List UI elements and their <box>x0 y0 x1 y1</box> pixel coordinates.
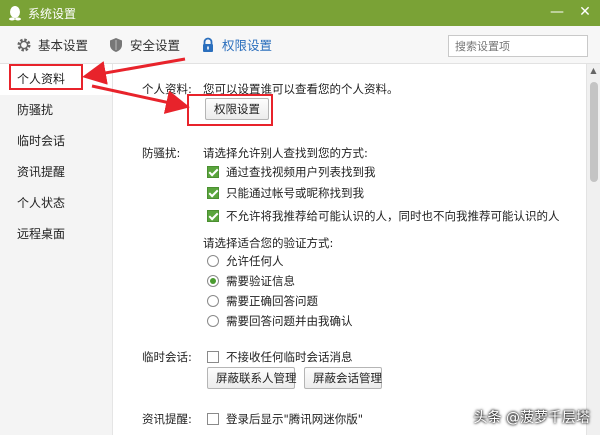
radio[interactable] <box>207 315 219 327</box>
radio[interactable] <box>207 295 219 307</box>
verify-option-answer-and-confirm[interactable]: 需要回答问题并由我确认 <box>207 313 353 329</box>
sidebar-item-anti-harass[interactable]: 防骚扰 <box>0 95 112 126</box>
app-logo-icon <box>9 6 21 21</box>
tab-security-settings[interactable]: 安全设置 <box>98 26 190 64</box>
scroll-up-icon[interactable]: ▲ <box>587 64 600 78</box>
temp-session-section-label: 临时会话: <box>142 350 192 364</box>
block-sessions-button[interactable]: 屏蔽会话管理 <box>304 367 382 389</box>
option-label: 需要验证信息 <box>226 274 295 288</box>
highlight-box-permission-button <box>187 94 273 126</box>
reject-temp-session-option[interactable]: 不接收任何临时会话消息 <box>207 349 353 365</box>
tab-basic-settings[interactable]: 基本设置 <box>0 26 98 64</box>
checkbox[interactable] <box>207 210 219 222</box>
close-button[interactable]: ✕ <box>576 3 594 21</box>
verify-option-answer-question[interactable]: 需要正确回答问题 <box>207 293 318 309</box>
search-input[interactable] <box>448 35 588 57</box>
sidebar: 个人资料 防骚扰 临时会话 资讯提醒 个人状态 远程桌面 <box>0 64 113 435</box>
watermark: 头条 @菠萝千层塔 <box>473 410 590 426</box>
lock-icon <box>203 37 214 52</box>
option-label: 通过查找视频用户列表找到我 <box>226 165 376 179</box>
checkbox[interactable] <box>207 351 219 363</box>
option-label: 不接收任何临时会话消息 <box>226 350 353 364</box>
tab-label: 基本设置 <box>38 38 89 53</box>
checkbox[interactable] <box>207 413 219 425</box>
find-option-video-list[interactable]: 通过查找视频用户列表找到我 <box>207 164 376 180</box>
sidebar-item-temp-session[interactable]: 临时会话 <box>0 126 112 157</box>
find-method-prompt: 请选择允许别人查找到您的方式: <box>203 146 368 160</box>
title-bar: 系统设置 — ✕ <box>0 0 600 26</box>
news-section-label: 资讯提醒: <box>142 412 192 426</box>
profile-section-label: 个人资料: <box>142 82 192 96</box>
gear-icon <box>17 38 31 51</box>
radio[interactable] <box>207 255 219 267</box>
window-title: 系统设置 <box>28 6 77 21</box>
radio[interactable] <box>207 275 219 287</box>
settings-toolbar: 基本设置 安全设置 权限设置 <box>0 26 600 64</box>
option-label: 只能通过帐号或昵称找到我 <box>226 186 364 200</box>
tab-label: 安全设置 <box>130 38 181 53</box>
checkbox[interactable] <box>207 166 219 178</box>
anti-harass-section-label: 防骚扰: <box>142 146 181 160</box>
find-option-no-recommend[interactable]: 不允许将我推荐给可能认识的人，同时也不向我推荐可能认识的人 <box>207 208 560 224</box>
settings-content: 个人资料: 您可以设置谁可以查看您的个人资料。 权限设置 防骚扰: 请选择允许别… <box>114 64 586 435</box>
verify-option-verify-info[interactable]: 需要验证信息 <box>207 273 295 289</box>
option-label: 需要回答问题并由我确认 <box>226 314 353 328</box>
verify-method-prompt: 请选择适合您的验证方式: <box>203 236 334 250</box>
checkbox[interactable] <box>207 187 219 199</box>
tab-label: 权限设置 <box>222 38 273 53</box>
sidebar-item-personal-status[interactable]: 个人状态 <box>0 188 112 219</box>
find-option-account-only[interactable]: 只能通过帐号或昵称找到我 <box>207 185 364 201</box>
option-label: 允许任何人 <box>226 254 284 268</box>
minimize-button[interactable]: — <box>548 3 566 21</box>
option-label: 登录后显示"腾讯网迷你版" <box>226 412 364 426</box>
option-label: 不允许将我推荐给可能认识的人，同时也不向我推荐可能认识的人 <box>226 209 560 223</box>
verify-option-anyone[interactable]: 允许任何人 <box>207 253 284 269</box>
show-mini-news-option[interactable]: 登录后显示"腾讯网迷你版" <box>207 411 363 427</box>
option-label: 需要正确回答问题 <box>226 294 318 308</box>
block-contacts-button[interactable]: 屏蔽联系人管理 <box>207 367 297 389</box>
highlight-box-profile <box>9 64 83 90</box>
tab-permission-settings[interactable]: 权限设置 <box>190 26 282 64</box>
vertical-scrollbar[interactable]: ▲ <box>586 64 600 435</box>
scrollbar-thumb[interactable] <box>590 82 598 182</box>
shield-icon <box>110 37 123 52</box>
sidebar-item-remote-desktop[interactable]: 远程桌面 <box>0 219 112 250</box>
sidebar-item-news-reminder[interactable]: 资讯提醒 <box>0 157 112 188</box>
